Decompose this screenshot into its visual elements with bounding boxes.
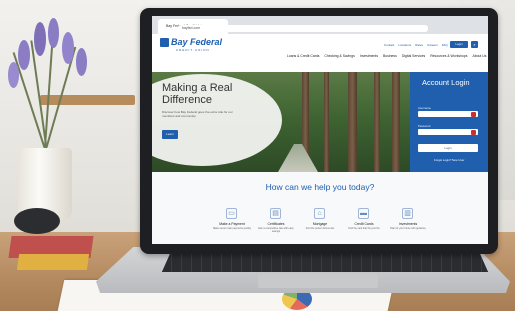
utility-link[interactable]: Careers xyxy=(427,43,438,47)
main-nav: Loans & Credit Cards Checking & Savings … xyxy=(287,54,486,58)
service-desc: Find the card that fits your life xyxy=(348,227,380,230)
nav-item[interactable]: Loans & Credit Cards xyxy=(287,54,319,58)
utility-link[interactable]: Contact xyxy=(384,43,394,47)
service-desc: Plan for your future with guidance xyxy=(390,227,426,230)
lock-icon xyxy=(471,111,476,117)
service-name: Investments xyxy=(398,222,418,226)
search-icon[interactable]: ⌕ xyxy=(471,41,478,48)
laptop-screen: Bay Federal Credit Union bayfed.com Bay … xyxy=(152,16,488,244)
nav-item[interactable]: Investments xyxy=(360,54,378,58)
login-title: Account Login xyxy=(422,78,470,87)
nav-item[interactable]: Resources & Workshops xyxy=(430,54,467,58)
password-label: Password xyxy=(418,124,431,128)
tree-trunk xyxy=(392,72,400,172)
lavender-flower xyxy=(8,62,19,88)
lavender-flower xyxy=(34,22,46,56)
utility-link[interactable]: FAQ xyxy=(442,43,448,47)
service-desc: Make secure loan payments quickly xyxy=(213,227,251,230)
help-section: How can we help you today? ▭ Make a Paym… xyxy=(152,172,488,244)
service-desc: Find the perfect home loan xyxy=(305,227,335,230)
lavender-flower xyxy=(48,18,59,48)
lock-icon xyxy=(471,129,476,135)
nav-item[interactable]: About Us xyxy=(472,54,486,58)
hero-learn-button[interactable]: Learn xyxy=(162,130,178,139)
tree-trunk xyxy=(348,72,357,172)
service-desc: Earn a competitive rate with easy saving… xyxy=(258,227,294,233)
hero-subtitle: Discover how Bay Federal goes the extra … xyxy=(162,110,233,118)
forest-path xyxy=(278,144,318,172)
invest-icon: ▥ xyxy=(402,208,413,219)
tree-trunk xyxy=(324,72,329,172)
nav-item[interactable]: Business xyxy=(383,54,397,58)
service-name: Make a Payment xyxy=(219,222,245,226)
utility-links: Contact Locations Rates Careers FAQ xyxy=(384,43,448,47)
username-label: Username xyxy=(418,106,431,110)
utility-link[interactable]: Rates xyxy=(415,43,423,47)
login-submit-button[interactable]: Login xyxy=(418,144,478,152)
service-name: Certificates xyxy=(267,222,285,226)
logo-name[interactable]: Bay Federal xyxy=(171,37,222,47)
certificate-icon: ▤ xyxy=(270,208,281,219)
lavender-flower xyxy=(62,32,74,64)
laptop-trackpad xyxy=(258,274,378,288)
nav-item[interactable]: Checking & Savings xyxy=(324,54,354,58)
login-panel: Account Login Username Password Login Fo… xyxy=(410,72,488,172)
computer-mouse xyxy=(14,208,60,234)
password-field[interactable] xyxy=(418,129,478,135)
card-icon: ▬ xyxy=(358,208,369,219)
shelf xyxy=(40,95,135,105)
lavender-flower xyxy=(18,40,30,70)
nav-item[interactable]: Digital Services xyxy=(402,54,425,58)
header-login-button[interactable]: Login xyxy=(450,41,468,48)
services-row: ▭ Make a Payment Make secure loan paymen… xyxy=(212,208,482,242)
login-help-links[interactable]: Forgot Login? New User xyxy=(434,158,464,162)
username-field[interactable] xyxy=(418,111,478,117)
notebook xyxy=(16,254,90,270)
help-title: How can we help you today? xyxy=(265,182,375,192)
service-name: Mortgage xyxy=(312,222,328,226)
logo-icon xyxy=(160,38,169,47)
address-bar[interactable]: bayfed.com xyxy=(178,25,428,32)
tree-trunk xyxy=(374,72,380,172)
service-name: Credit Cards xyxy=(354,222,374,226)
home-icon: ⌂ xyxy=(314,208,325,219)
payment-icon: ▭ xyxy=(226,208,237,219)
utility-link[interactable]: Locations xyxy=(398,43,411,47)
hero-title: Making a Real Difference xyxy=(162,82,233,106)
logo-subtitle: CREDIT UNION xyxy=(176,48,210,52)
scene: Bay Federal Credit Union bayfed.com Bay … xyxy=(0,0,515,311)
lavender-flower xyxy=(76,48,87,76)
